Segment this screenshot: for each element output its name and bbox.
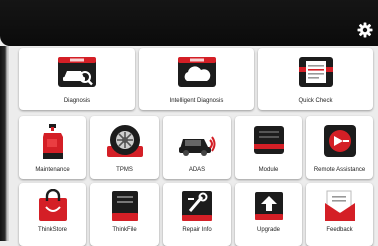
quick-check-tile[interactable]: Quick Check — [258, 48, 373, 110]
remote-assistance-tile[interactable]: Remote Assistance — [306, 116, 373, 179]
repair-info-label: Repair Info — [182, 227, 212, 233]
remote-assist-icon — [323, 125, 356, 157]
diagnosis-label: Diagnosis — [63, 98, 91, 104]
maintenance-tile[interactable]: Maintenance — [19, 116, 86, 179]
thinkfile-tile[interactable]: ThinkFile — [90, 183, 159, 246]
device-frame — [0, 46, 9, 241]
diagnosis-tile[interactable]: Diagnosis — [19, 48, 135, 110]
remote-assistance-label: Remote Assistance — [313, 167, 366, 173]
quick-check-label: Quick Check — [298, 98, 333, 104]
feedback-tile[interactable]: Feedback — [306, 183, 373, 246]
car-search-icon — [58, 57, 96, 87]
file-icon — [111, 191, 138, 221]
report-icon — [298, 57, 333, 87]
tire-icon — [106, 125, 143, 157]
adas-car-icon — [179, 136, 216, 156]
top-bar — [0, 0, 378, 46]
thinkfile-label: ThinkFile — [112, 227, 137, 233]
module-label: Module — [258, 167, 279, 173]
cloud-icon — [177, 57, 216, 87]
adas-label: ADAS — [188, 167, 206, 173]
upgrade-icon — [254, 192, 283, 220]
maintenance-label: Maintenance — [35, 167, 70, 173]
thinkstore-label: ThinkStore — [37, 227, 67, 233]
shopping-bag-icon — [38, 189, 67, 221]
upgrade-label: Upgrade — [256, 227, 280, 233]
feedback-label: Feedback — [326, 227, 353, 233]
module-tile[interactable]: Module — [235, 116, 302, 179]
tpms-tile[interactable]: TPMS — [90, 116, 159, 179]
intelligent-diagnosis-tile[interactable]: Intelligent Diagnosis — [139, 48, 254, 110]
tpms-label: TPMS — [116, 167, 133, 173]
gear-icon[interactable] — [357, 22, 373, 38]
feedback-icon — [324, 190, 355, 221]
thinkstore-tile[interactable]: ThinkStore — [19, 183, 86, 246]
repair-info-tile[interactable]: Repair Info — [163, 183, 231, 246]
module-icon — [253, 126, 284, 154]
repair-info-icon — [182, 191, 212, 221]
intelligent-diagnosis-label: Intelligent Diagnosis — [169, 98, 224, 104]
upgrade-tile[interactable]: Upgrade — [235, 183, 302, 246]
oil-can-icon — [42, 124, 63, 159]
adas-tile[interactable]: ADAS — [163, 116, 231, 179]
